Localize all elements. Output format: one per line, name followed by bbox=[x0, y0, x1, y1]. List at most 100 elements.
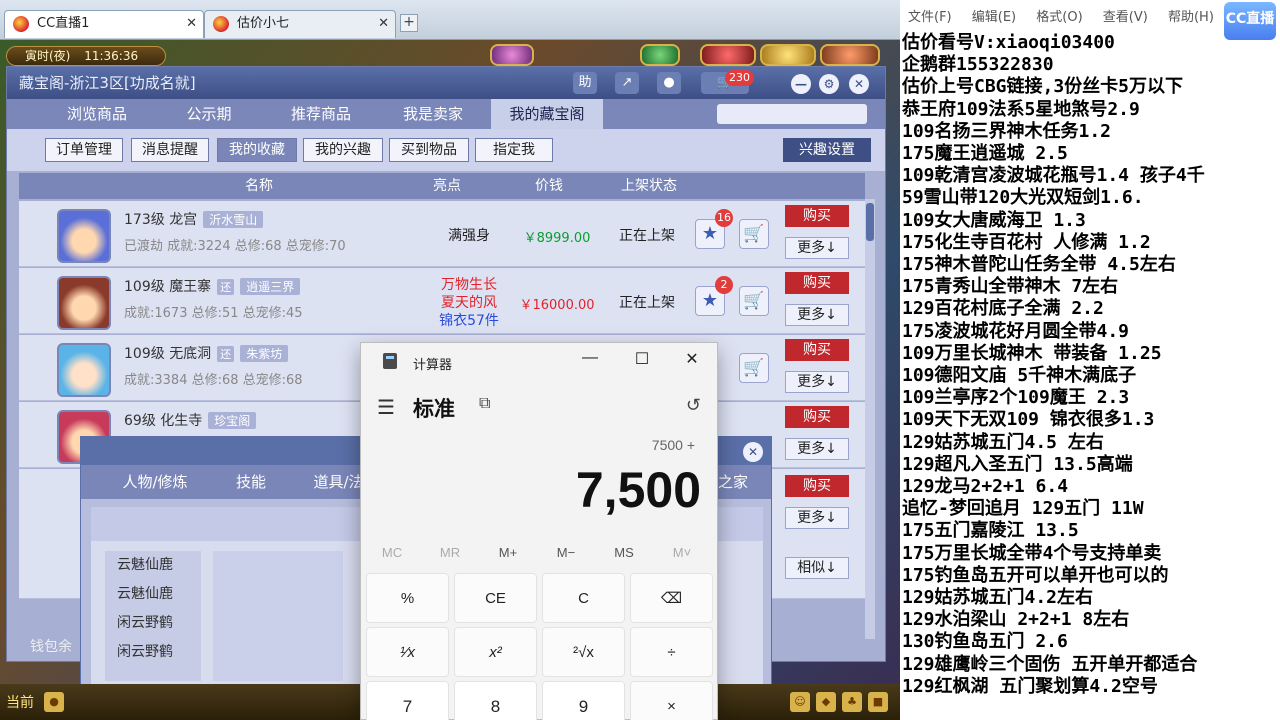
memory-add-button[interactable]: M+ bbox=[479, 545, 537, 560]
minimize-icon[interactable]: — bbox=[791, 74, 811, 94]
row-price: ￥8999.00 bbox=[523, 231, 591, 246]
list-item[interactable]: 闲云野鹤 bbox=[105, 638, 201, 667]
list-item[interactable]: 闲云野鹤 bbox=[105, 609, 201, 638]
text-line: 129姑苏城五门4.5 左右 bbox=[902, 431, 1104, 453]
tab-publicity[interactable]: 公示期 bbox=[153, 99, 265, 129]
menu-edit[interactable]: 编辑(E) bbox=[972, 10, 1016, 25]
list-item[interactable]: 云魅仙鹿 bbox=[105, 580, 201, 609]
menu-file[interactable]: 文件(F) bbox=[908, 10, 952, 25]
text-line: 175神木普陀山任务全带 4.5左右 bbox=[902, 254, 1176, 275]
close-icon[interactable]: ✕ bbox=[378, 11, 389, 37]
star-icon[interactable] bbox=[700, 44, 756, 66]
pet-icon[interactable] bbox=[640, 44, 680, 66]
face-icon[interactable]: ☺ bbox=[790, 692, 810, 712]
scrollbar[interactable] bbox=[865, 199, 875, 639]
tab-seller[interactable]: 我是卖家 bbox=[377, 99, 489, 129]
table-row[interactable]: 173级 龙宫 沂水雪山 已渡劫 成就:3224 总修:68 总宠修:70 满强身… bbox=[19, 201, 865, 267]
memory-clear-button[interactable]: MC bbox=[363, 545, 421, 560]
backspace-button[interactable]: ⌫ bbox=[630, 573, 713, 623]
tab-orders[interactable]: 订单管理 bbox=[45, 138, 123, 162]
avatar[interactable] bbox=[57, 343, 111, 397]
text-line: 175五门嘉陵江 13.5 bbox=[902, 520, 1079, 542]
voice-icon[interactable]: ● bbox=[44, 692, 64, 712]
memory-store-button[interactable]: MS bbox=[595, 545, 653, 560]
divide-button[interactable]: ÷ bbox=[630, 627, 713, 677]
record-icon[interactable]: ● bbox=[657, 72, 681, 94]
new-tab-button[interactable]: + bbox=[400, 14, 418, 32]
scroll-thumb[interactable] bbox=[866, 203, 874, 241]
memory-recall-button[interactable]: MR bbox=[421, 545, 479, 560]
history-icon[interactable]: ↺ bbox=[686, 395, 701, 416]
digit-7-button[interactable]: 7 bbox=[366, 681, 449, 720]
more-button[interactable]: 更多↓ bbox=[785, 237, 849, 259]
tab-interests[interactable]: 我的兴趣 bbox=[303, 138, 383, 162]
col-name: 名称 bbox=[245, 178, 273, 194]
tab-purchased[interactable]: 买到物品 bbox=[389, 138, 469, 162]
tab-character[interactable]: 人物/修炼 bbox=[95, 465, 215, 499]
more-button[interactable]: 更多↓ bbox=[785, 371, 849, 393]
buy-button[interactable]: 购买 bbox=[785, 339, 849, 361]
digit-9-button[interactable]: 9 bbox=[542, 681, 625, 720]
tab-my-pavilion[interactable]: 我的藏宝阁 bbox=[491, 99, 603, 129]
menu-help[interactable]: 帮助(H) bbox=[1168, 10, 1214, 25]
similar-button[interactable]: 相似↓ bbox=[785, 557, 849, 579]
buy-button[interactable]: 购买 bbox=[785, 406, 849, 428]
more-button[interactable]: 更多↓ bbox=[785, 304, 849, 326]
clear-button[interactable]: C bbox=[542, 573, 625, 623]
close-icon[interactable]: ✕ bbox=[677, 349, 707, 369]
avatar[interactable] bbox=[57, 209, 111, 263]
event-icon[interactable] bbox=[820, 44, 880, 66]
menu-view[interactable]: 查看(V) bbox=[1103, 10, 1148, 25]
browser-tab-cc[interactable]: CC直播1 ✕ bbox=[4, 10, 204, 38]
more-button[interactable]: 更多↓ bbox=[785, 438, 849, 460]
keep-on-top-icon[interactable]: ⧉ bbox=[479, 395, 490, 413]
buy-button[interactable]: 购买 bbox=[785, 475, 849, 497]
maximize-icon[interactable]: ☐ bbox=[627, 349, 657, 369]
minimize-icon[interactable]: — bbox=[575, 349, 605, 367]
close-icon[interactable]: ✕ bbox=[849, 74, 869, 94]
clear-entry-button[interactable]: CE bbox=[454, 573, 537, 623]
row-price: ￥16000.00 bbox=[519, 298, 595, 313]
tab-label: CC直播1 bbox=[37, 16, 90, 31]
menu-format[interactable]: 格式(O) bbox=[1036, 10, 1082, 25]
tab-messages[interactable]: 消息提醒 bbox=[131, 138, 209, 162]
close-icon[interactable]: ✕ bbox=[186, 11, 197, 37]
cart-icon[interactable]: 🛒 bbox=[739, 219, 769, 249]
system-icon[interactable]: ■ bbox=[868, 692, 888, 712]
menu-icon[interactable]: ☰ bbox=[377, 395, 395, 420]
more-button[interactable]: 更多↓ bbox=[785, 507, 849, 529]
tab-recommend[interactable]: 推荐商品 bbox=[265, 99, 377, 129]
interest-settings-button[interactable]: 兴趣设置 bbox=[783, 138, 871, 162]
multiply-button[interactable]: × bbox=[630, 681, 713, 720]
digit-8-button[interactable]: 8 bbox=[454, 681, 537, 720]
share-icon[interactable]: ↗ bbox=[615, 72, 639, 94]
search-input[interactable] bbox=[717, 104, 867, 124]
list-item[interactable]: 云魅仙鹿 bbox=[105, 551, 201, 580]
sqrt-button[interactable]: ²√x bbox=[542, 627, 625, 677]
help-button[interactable]: 助 bbox=[573, 72, 597, 94]
tab-browse[interactable]: 浏览商品 bbox=[41, 99, 153, 129]
percent-button[interactable]: % bbox=[366, 573, 449, 623]
buy-button[interactable]: 购买 bbox=[785, 205, 849, 227]
gift-icon[interactable] bbox=[760, 44, 816, 66]
settings-gear-icon[interactable]: ⚙ bbox=[819, 74, 839, 94]
memory-subtract-button[interactable]: M− bbox=[537, 545, 595, 560]
browser-tab-estimate[interactable]: 估价小七 ✕ bbox=[204, 10, 396, 38]
tab-assigned[interactable]: 指定我 bbox=[475, 138, 553, 162]
table-row[interactable]: 109级 魔王寨还逍遥三界 成就:1673 总修:51 总宠修:45 万物生长 … bbox=[19, 268, 865, 334]
buy-button[interactable]: 购买 bbox=[785, 272, 849, 294]
cart-icon[interactable]: 🛒 bbox=[739, 286, 769, 316]
notepad-window: 文件(F) 编辑(E) 格式(O) 查看(V) 帮助(H) CC直播 估价看号V… bbox=[900, 0, 1280, 720]
close-icon[interactable]: ✕ bbox=[743, 442, 763, 462]
reciprocal-button[interactable]: ¹⁄x bbox=[366, 627, 449, 677]
team-icon[interactable]: ♣ bbox=[842, 692, 862, 712]
avatar[interactable] bbox=[57, 276, 111, 330]
tab-skills[interactable]: 技能 bbox=[211, 465, 291, 499]
tab-favorites[interactable]: 我的收藏 bbox=[217, 138, 297, 162]
memory-list-button[interactable]: M˅ bbox=[653, 545, 711, 560]
bag-icon[interactable]: ◆ bbox=[816, 692, 836, 712]
square-button[interactable]: x² bbox=[454, 627, 537, 677]
cc-live-icon bbox=[13, 16, 29, 32]
cart-icon[interactable]: 🛒 bbox=[739, 353, 769, 383]
calculator-window: 计算器 — ☐ ✕ ☰ 标准 ⧉ ↺ 7500 + 7,500 MC MR M+… bbox=[360, 342, 718, 720]
